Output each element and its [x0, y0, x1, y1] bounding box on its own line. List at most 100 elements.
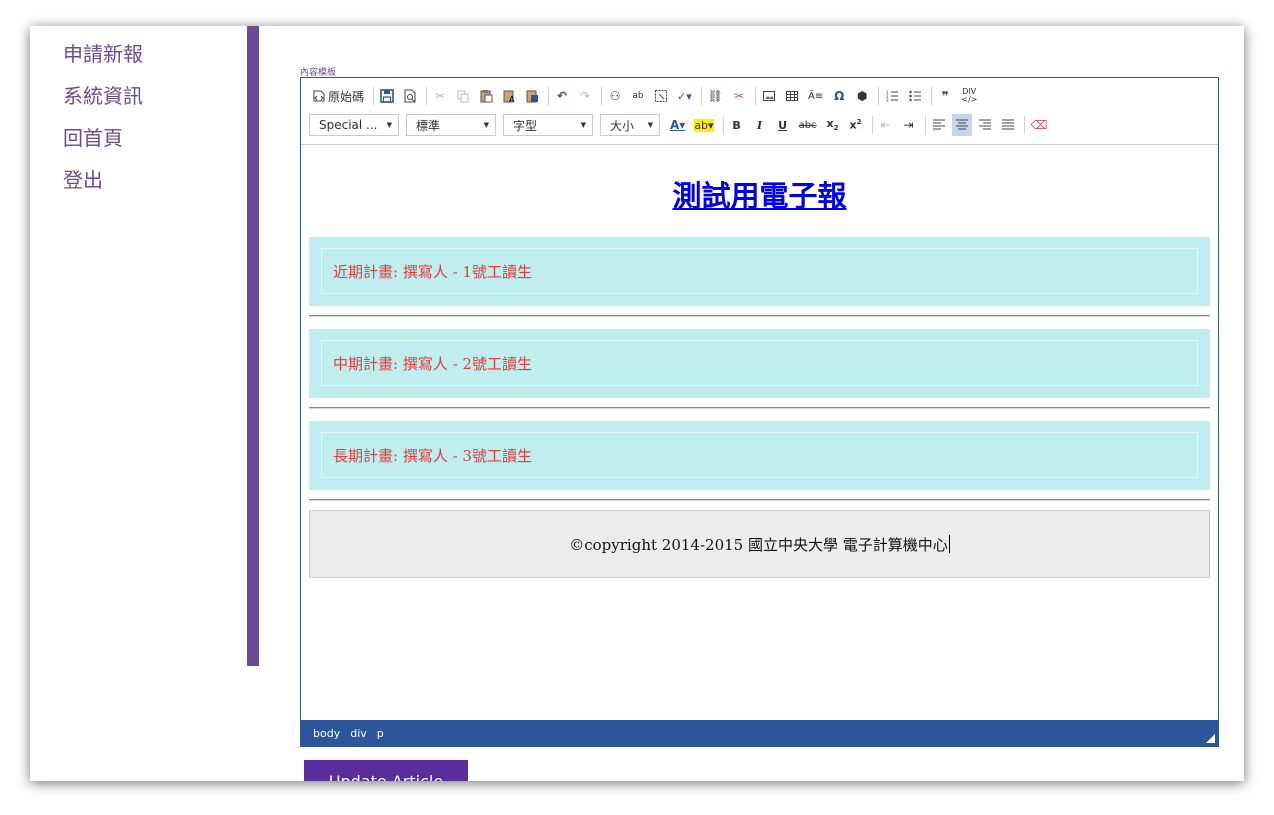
div-container-button[interactable]: DIV </>	[958, 85, 980, 107]
rich-text-editor: 原始碼 ✂ A ↶ ↷ ⚇ ab ✓▾ ⛓ ✂ Ā≡ Ω ⬢ 1 2 3 ❞ D…	[300, 77, 1219, 747]
horizontal-rule-button[interactable]: Ā≡	[805, 85, 826, 107]
save-button[interactable]	[377, 85, 397, 107]
quote-icon: ❞	[941, 89, 949, 103]
justify-button[interactable]	[998, 114, 1018, 136]
redo-icon: ↷	[579, 89, 591, 103]
paste-text-icon: A	[503, 90, 515, 103]
select-all-icon	[655, 90, 668, 102]
toolbar-separator	[601, 87, 603, 105]
remove-format-button[interactable]: ⌫	[1028, 114, 1051, 136]
sidebar-item-logout[interactable]: 登出	[63, 164, 103, 193]
copy-icon	[457, 90, 469, 103]
toolbar-separator	[722, 116, 724, 134]
bold-button[interactable]: B	[727, 114, 747, 136]
toolbar-separator	[426, 87, 428, 105]
italic-button[interactable]: I	[750, 114, 770, 136]
text-caret	[948, 535, 950, 553]
blockquote-button[interactable]: ❞	[935, 85, 955, 107]
spellcheck-button[interactable]: ✓▾	[674, 85, 695, 107]
horizontal-rule	[309, 315, 1210, 317]
plan-block-mid-term: 中期計畫: 撰寫人 - 2號工讀生	[309, 329, 1210, 398]
cut-button[interactable]: ✂	[430, 85, 450, 107]
newsletter-title-link[interactable]: 測試用電子報	[301, 173, 1218, 215]
svg-text:3: 3	[886, 98, 889, 103]
strikethrough-button[interactable]: abc	[796, 114, 820, 136]
unlink-button[interactable]: ✂	[729, 85, 749, 107]
chevron-down-icon: ▼	[647, 121, 653, 129]
bulleted-list-button[interactable]	[905, 85, 925, 107]
source-button[interactable]: 原始碼	[309, 85, 367, 107]
preview-button[interactable]	[400, 85, 420, 107]
editor-toolbar: 原始碼 ✂ A ↶ ↷ ⚇ ab ✓▾ ⛓ ✂ Ā≡ Ω ⬢ 1 2 3 ❞ D…	[301, 78, 1218, 145]
outdent-icon: ⇤	[880, 118, 891, 132]
horizontal-rule-icon: Ā≡	[808, 90, 824, 102]
align-right-button[interactable]	[975, 114, 995, 136]
spellcheck-icon: ✓▾	[677, 89, 692, 103]
update-article-button[interactable]: Update Article	[304, 760, 468, 781]
sidebar-divider	[247, 26, 259, 666]
table-button[interactable]	[782, 85, 802, 107]
toolbar-separator	[1023, 116, 1025, 134]
bulleted-list-icon	[909, 90, 922, 102]
numbered-list-icon: 123	[886, 90, 899, 103]
find-button[interactable]: ⚇	[605, 85, 625, 107]
subscript-button[interactable]: x2	[823, 114, 843, 136]
toolbar-separator	[548, 87, 550, 105]
align-center-button[interactable]	[951, 114, 972, 136]
element-path-div[interactable]: div	[350, 727, 367, 740]
binoculars-icon: ⚇	[609, 89, 621, 103]
underline-button[interactable]: U	[773, 114, 793, 136]
div-icon: DIV </>	[961, 87, 978, 104]
copy-button[interactable]	[453, 85, 473, 107]
select-all-button[interactable]	[651, 85, 671, 107]
resize-grip-icon[interactable]	[1206, 734, 1215, 743]
size-dropdown-value: 大小	[610, 118, 635, 133]
numbered-list-button[interactable]: 123	[882, 85, 902, 107]
special-char-button[interactable]: Ω	[829, 85, 849, 107]
size-dropdown[interactable]: 大小 ▼	[600, 114, 660, 136]
link-button[interactable]: ⛓	[705, 85, 726, 107]
paste-from-word-button[interactable]	[522, 85, 542, 107]
sidebar-item-apply-newsletter[interactable]: 申請新報	[63, 38, 143, 67]
link-icon: ⛓	[707, 89, 723, 103]
toolbar-separator	[755, 87, 756, 105]
replace-icon: ab	[632, 91, 644, 101]
font-dropdown[interactable]: 字型 ▼	[503, 114, 593, 136]
redo-button[interactable]: ↷	[575, 85, 595, 107]
toolbar-separator	[924, 116, 926, 134]
paste-text-button[interactable]: A	[499, 85, 519, 107]
app-window: 申請新報 系統資訊 回首頁 登出 內容模板 原始碼 ✂ A ↶ ↷ ⚇ ab ✓…	[30, 26, 1244, 781]
image-button[interactable]	[759, 85, 779, 107]
horizontal-rule	[309, 407, 1210, 409]
undo-button[interactable]: ↶	[552, 85, 572, 107]
bold-icon: B	[732, 118, 741, 132]
element-path-p[interactable]: p	[377, 727, 384, 740]
element-path-body[interactable]: body	[313, 727, 340, 740]
table-icon	[786, 91, 798, 101]
background-color-button[interactable]: ab▾	[691, 114, 716, 136]
sidebar-item-home[interactable]: 回首頁	[63, 122, 123, 151]
toolbar-separator	[373, 87, 375, 105]
sidebar-item-system-info[interactable]: 系統資訊	[63, 80, 143, 109]
format-dropdown[interactable]: 標準 ▼	[406, 114, 496, 136]
toolbar-separator	[871, 116, 873, 134]
plan-text: 長期計畫: 撰寫人 - 3號工讀生	[321, 432, 1198, 478]
align-left-button[interactable]	[929, 114, 949, 136]
replace-button[interactable]: ab	[628, 85, 648, 107]
outdent-button[interactable]: ⇤	[876, 114, 896, 136]
indent-button[interactable]: ⇥	[899, 114, 919, 136]
text-color-icon: A▾	[670, 118, 686, 132]
superscript-button[interactable]: x2	[846, 114, 866, 136]
editor-content-area[interactable]: 測試用電子報 近期計畫: 撰寫人 - 1號工讀生 中期計畫: 撰寫人 - 2號工…	[301, 146, 1218, 720]
paste-button[interactable]	[476, 85, 496, 107]
text-color-button[interactable]: A▾	[667, 114, 688, 136]
align-right-icon	[978, 119, 991, 130]
preview-icon	[404, 89, 416, 103]
horizontal-rule	[309, 499, 1210, 501]
highlighter-icon: ab▾	[694, 118, 714, 132]
svg-text:A: A	[509, 95, 515, 103]
copyright-footer: ©copyright 2014-2015 國立中央大學 電子計算機中心	[309, 510, 1210, 578]
widget-button[interactable]: ⬢	[852, 85, 872, 107]
sidebar-nav: 申請新報 系統資訊 回首頁 登出	[30, 26, 247, 666]
styles-dropdown[interactable]: Special ... ▼	[309, 114, 399, 136]
